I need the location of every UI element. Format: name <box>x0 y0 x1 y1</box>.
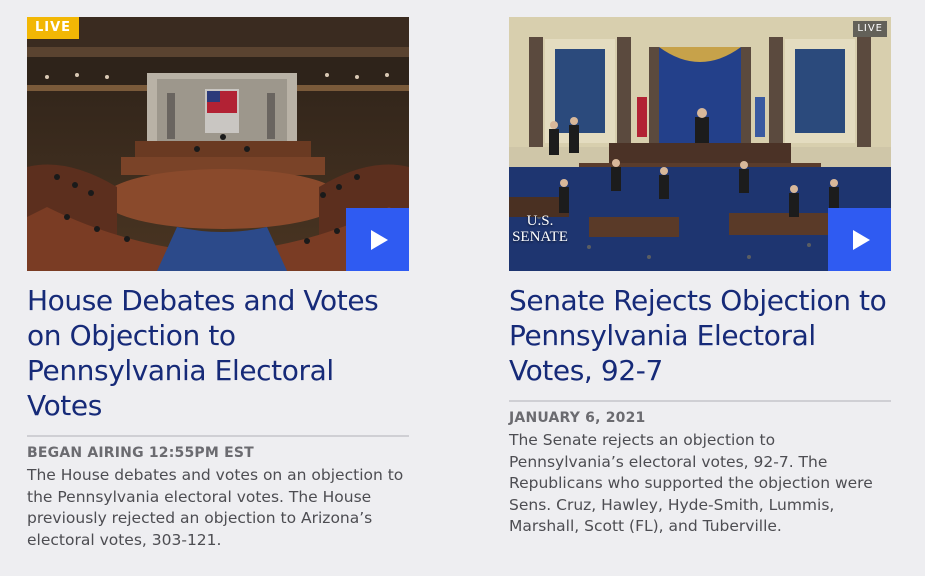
air-date: JANUARY 6, 2021 <box>509 410 646 426</box>
play-button[interactable] <box>346 208 409 271</box>
video-title[interactable]: Senate Rejects Objection to Pennsylvania… <box>509 283 891 388</box>
video-description: The Senate rejects an objection to Penns… <box>509 431 873 535</box>
divider <box>509 400 891 402</box>
video-thumbnail-senate[interactable]: LIVE U.S. SENATE <box>509 17 891 271</box>
play-icon <box>853 229 870 250</box>
air-time: BEGAN AIRING 12:55PM EST <box>27 445 254 461</box>
us-senate-logo: U.S. SENATE <box>509 213 571 245</box>
divider <box>27 435 409 437</box>
live-badge: LIVE <box>853 21 887 37</box>
live-badge: LIVE <box>27 17 80 39</box>
play-button[interactable] <box>828 208 891 271</box>
video-title[interactable]: House Debates and Votes on Objection to … <box>27 283 409 423</box>
video-card-senate[interactable]: LIVE U.S. SENATE Senate Rejects Objectio… <box>509 17 891 538</box>
video-thumbnail-house[interactable]: LIVE <box>27 17 409 271</box>
video-description: The House debates and votes on an object… <box>27 466 404 549</box>
video-card-house[interactable]: LIVE House Debates and Votes on Objectio… <box>27 17 409 551</box>
senate-logo-line1: U.S. <box>526 213 554 229</box>
senate-logo-line2: SENATE <box>512 229 568 245</box>
play-icon <box>371 229 388 250</box>
